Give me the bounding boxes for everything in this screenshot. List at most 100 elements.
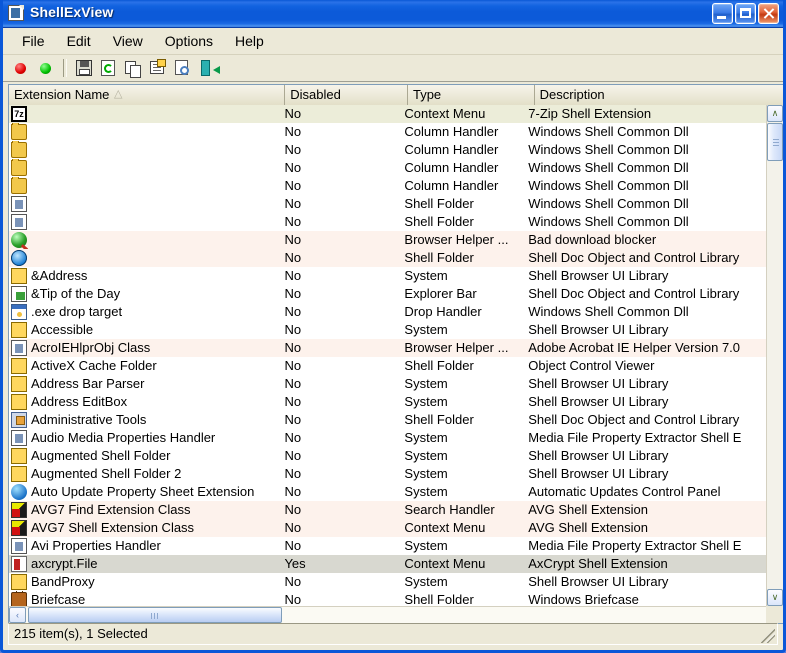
table-row[interactable]: .exe drop target No Drop Handler Windows Sh… [9, 303, 766, 321]
doc-icon [11, 430, 27, 446]
refresh-page-icon [101, 60, 115, 76]
cell-description: Shell Browser UI Library [528, 574, 669, 589]
cell-disabled: No [284, 358, 302, 373]
printer-doc-icon [11, 196, 27, 212]
table-row[interactable]: No Shell Folder Windows Shell Common Dll [9, 195, 766, 213]
scroll-down-button[interactable]: ∨ [767, 589, 783, 606]
cell-description: Shell Browser UI Library [528, 376, 669, 391]
menu-bar: File Edit View Options Help [3, 28, 783, 55]
menu-item-options[interactable]: Options [154, 31, 224, 51]
cell-type: Browser Helper ... [404, 232, 509, 247]
refresh-button[interactable] [97, 57, 121, 79]
cell-description: Shell Browser UI Library [528, 466, 669, 481]
table-row[interactable]: BandProxy No System Shell Browser UI Librar… [9, 573, 766, 591]
cell-disabled: No [284, 286, 302, 301]
column-header-description[interactable]: Description [534, 85, 783, 105]
save-button[interactable] [72, 57, 96, 79]
toolbar [3, 55, 783, 82]
menu-item-edit[interactable]: Edit [56, 31, 102, 51]
table-row[interactable]: Augmented Shell Folder No System Shell Brow… [9, 447, 766, 465]
table-row[interactable]: No Column Handler Windows Shell Common Dll [9, 141, 766, 159]
cell-type: Browser Helper ... [404, 340, 509, 355]
axcrypt-icon [11, 556, 27, 572]
column-header-type[interactable]: Type [407, 85, 535, 105]
cell-disabled: No [284, 448, 302, 463]
extension-name-label: ActiveX Cache Folder [31, 358, 157, 373]
minimize-button[interactable] [712, 3, 733, 24]
extension-name-label: Briefcase [31, 592, 86, 606]
horizontal-scrollbar-thumb[interactable] [28, 607, 282, 623]
table-row[interactable]: axcrypt.File Yes Context Menu AxCrypt Shell… [9, 555, 766, 573]
menu-item-help[interactable]: Help [224, 31, 275, 51]
cell-disabled: Yes [284, 556, 306, 571]
table-row[interactable]: AVG7 Find Extension Class No Search Handle… [9, 501, 766, 519]
table-row[interactable]: AVG7 Shell Extension Class No Context Menu… [9, 519, 766, 537]
table-row[interactable]: Briefcase No Shell Folder Windows Briefcase [9, 591, 766, 606]
doc-pen-icon [11, 214, 27, 230]
table-row[interactable]: No Column Handler Windows Shell Common Dll [9, 123, 766, 141]
table-row[interactable]: No Browser Helper ... Bad download blocker [9, 231, 766, 249]
cell-description: Object Control Viewer [528, 358, 655, 373]
cell-description: Shell Doc Object and Control Library [528, 286, 740, 301]
table-row[interactable]: Address Bar Parser No System Shell Browser … [9, 375, 766, 393]
table-row[interactable]: No Shell Folder Windows Shell Common Dll [9, 213, 766, 231]
extension-name-label: Avi Properties Handler [31, 538, 161, 553]
cell-description: Shell Browser UI Library [528, 448, 669, 463]
cell-disabled: No [284, 466, 302, 481]
maximize-icon [736, 4, 755, 23]
menu-item-view[interactable]: View [102, 31, 154, 51]
table-row[interactable]: Avi Properties Handler No System Media File… [9, 537, 766, 555]
scroll-left-button[interactable]: ‹ [9, 607, 26, 623]
scroll-up-button[interactable]: ∧ [767, 105, 783, 122]
cell-description: AVG Shell Extension [528, 520, 648, 535]
table-row[interactable]: Auto Update Property Sheet Extension No Sy… [9, 483, 766, 501]
extension-name-label: Address EditBox [31, 394, 128, 409]
table-row[interactable]: No Column Handler Windows Shell Common Dll [9, 177, 766, 195]
table-row[interactable]: 7z No Context Menu 7-Zip Shell Extension [9, 105, 766, 123]
horizontal-scrollbar[interactable]: ‹ › [9, 606, 783, 623]
cell-extension-name [9, 231, 279, 249]
cell-type: Column Handler [404, 142, 499, 157]
exit-button[interactable] [197, 57, 221, 79]
table-row[interactable]: &Tip of the Day No Explorer Bar Shell Doc O… [9, 285, 766, 303]
exit-door-icon [201, 60, 220, 76]
properties-button[interactable] [147, 57, 171, 79]
table-row[interactable]: No Column Handler Windows Shell Common Dll [9, 159, 766, 177]
cell-type: Search Handler [404, 502, 495, 517]
cell-description: AxCrypt Shell Extension [528, 556, 668, 571]
cell-type: Context Menu [404, 106, 486, 121]
table-row[interactable]: ActiveX Cache Folder No Shell Folder Object… [9, 357, 766, 375]
cell-description: AVG Shell Extension [528, 502, 648, 517]
table-row[interactable]: Administrative Tools No Shell Folder Shell … [9, 411, 766, 429]
close-button[interactable] [758, 3, 779, 24]
vertical-scrollbar-thumb[interactable] [767, 123, 783, 161]
menu-item-file[interactable]: File [11, 31, 56, 51]
extension-name-label: &Tip of the Day [31, 286, 121, 301]
find-button[interactable] [172, 57, 196, 79]
cell-description: Windows Shell Common Dll [528, 304, 689, 319]
scrollbar-corner [766, 606, 783, 623]
resize-grip[interactable] [761, 629, 775, 643]
green-led-icon [40, 63, 51, 74]
cell-type: Column Handler [404, 124, 499, 139]
maximize-button[interactable] [735, 3, 756, 24]
list-header: Extension Name △ Disabled Type Descripti… [9, 85, 783, 105]
tip-of-day-icon [11, 286, 27, 302]
table-row[interactable]: Augmented Shell Folder 2 No System Shell Br… [9, 465, 766, 483]
table-row[interactable]: AcroIEHlprObj Class No Browser Helper ... A… [9, 339, 766, 357]
table-row[interactable]: Audio Media Properties Handler No System Me… [9, 429, 766, 447]
extension-name-label: AVG7 Shell Extension Class [31, 520, 195, 535]
copy-button[interactable] [122, 57, 146, 79]
cell-type: System [404, 394, 448, 409]
table-row[interactable]: Address EditBox No System Shell Browser UI … [9, 393, 766, 411]
table-row[interactable]: Accessible No System Shell Browser UI Libra… [9, 321, 766, 339]
column-header-extension-name[interactable]: Extension Name △ [9, 85, 286, 105]
disable-selected-items-button[interactable] [34, 57, 58, 79]
vertical-scrollbar[interactable]: ∧ ∨ [766, 105, 783, 606]
sort-ascending-icon: △ [114, 88, 123, 100]
table-row[interactable]: &Address No System Shell Browser UI Library [9, 267, 766, 285]
column-header-disabled[interactable]: Disabled [285, 85, 408, 105]
table-row[interactable]: No Shell Folder Shell Doc Object and Contr… [9, 249, 766, 267]
cell-extension-name [9, 141, 279, 159]
enable-selected-items-button[interactable] [9, 57, 33, 79]
